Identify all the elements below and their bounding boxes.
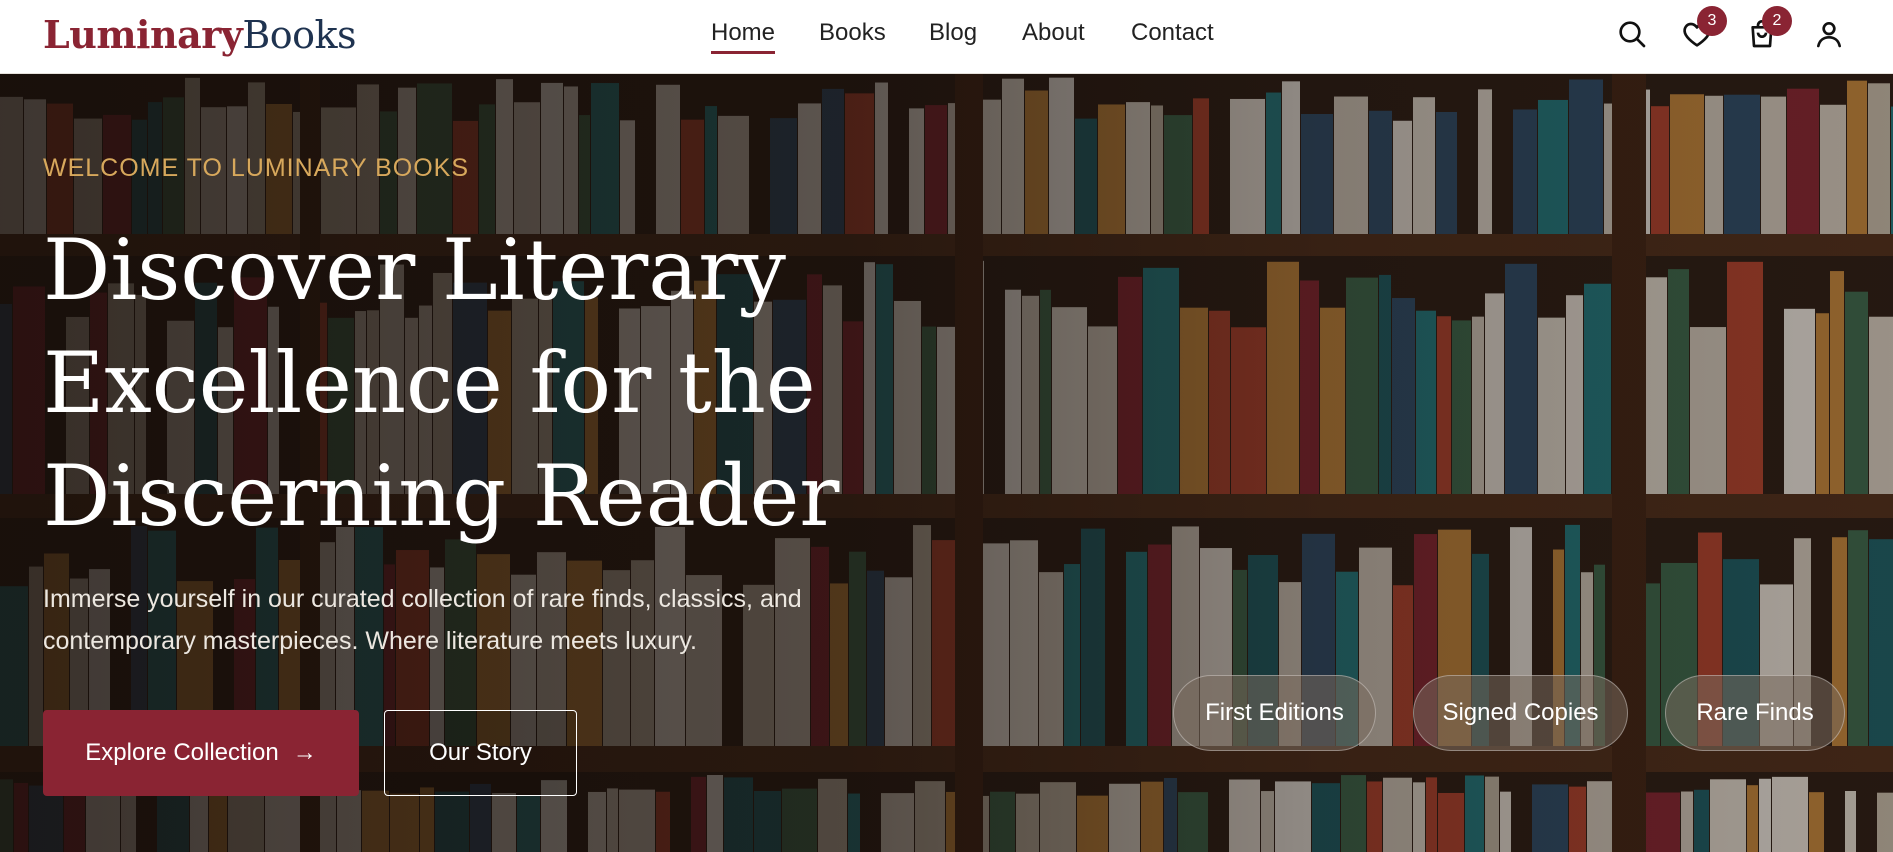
tag-rare-finds[interactable]: Rare Finds <box>1665 675 1845 751</box>
search-icon <box>1619 21 1646 48</box>
hero-headline-line-3: Discerning Reader <box>43 447 840 545</box>
cart-count-badge: 2 <box>1762 6 1792 36</box>
search-button[interactable] <box>1614 16 1650 52</box>
site-header: LuminaryBooks Home Books Blog About Cont… <box>0 0 1893 74</box>
arrow-right-icon: → <box>292 739 317 766</box>
wishlist-button[interactable]: 3 <box>1679 6 1727 52</box>
nav-blog[interactable]: Blog <box>929 18 977 48</box>
hero-subtext: Immerse yourself in our curated collecti… <box>43 585 802 655</box>
nav-about[interactable]: About <box>1022 18 1085 48</box>
explore-collection-label: Explore Collection <box>85 739 279 766</box>
hero-headline-line-2: Excellence for the <box>43 334 816 432</box>
tag-first-editions[interactable]: First Editions <box>1173 675 1376 751</box>
account-button[interactable] <box>1811 16 1847 52</box>
wishlist-count-badge: 3 <box>1697 6 1727 36</box>
hero-headline-line-1: Discover Literary <box>43 221 786 319</box>
hero-eyebrow: WELCOME TO LUMINARY BOOKS <box>43 154 470 182</box>
cart-button[interactable]: 2 <box>1744 6 1792 52</box>
nav-contact[interactable]: Contact <box>1131 18 1214 48</box>
user-icon <box>1817 22 1841 48</box>
nav-books[interactable]: Books <box>819 18 886 48</box>
brand-logo[interactable]: LuminaryBooks <box>43 12 357 58</box>
tag-signed-copies[interactable]: Signed Copies <box>1413 675 1628 751</box>
our-story-button[interactable]: Our Story <box>384 710 577 796</box>
brand-logo-part1: Luminary <box>43 12 243 57</box>
hero-section: WELCOME TO LUMINARY BOOKS Discover Liter… <box>0 74 1893 852</box>
hero-headline: Discover Literary Excellence for the Dis… <box>43 214 943 553</box>
brand-logo-part2: Books <box>242 13 357 57</box>
explore-collection-button[interactable]: Explore Collection → <box>43 710 359 796</box>
nav-home[interactable]: Home <box>711 18 776 54</box>
